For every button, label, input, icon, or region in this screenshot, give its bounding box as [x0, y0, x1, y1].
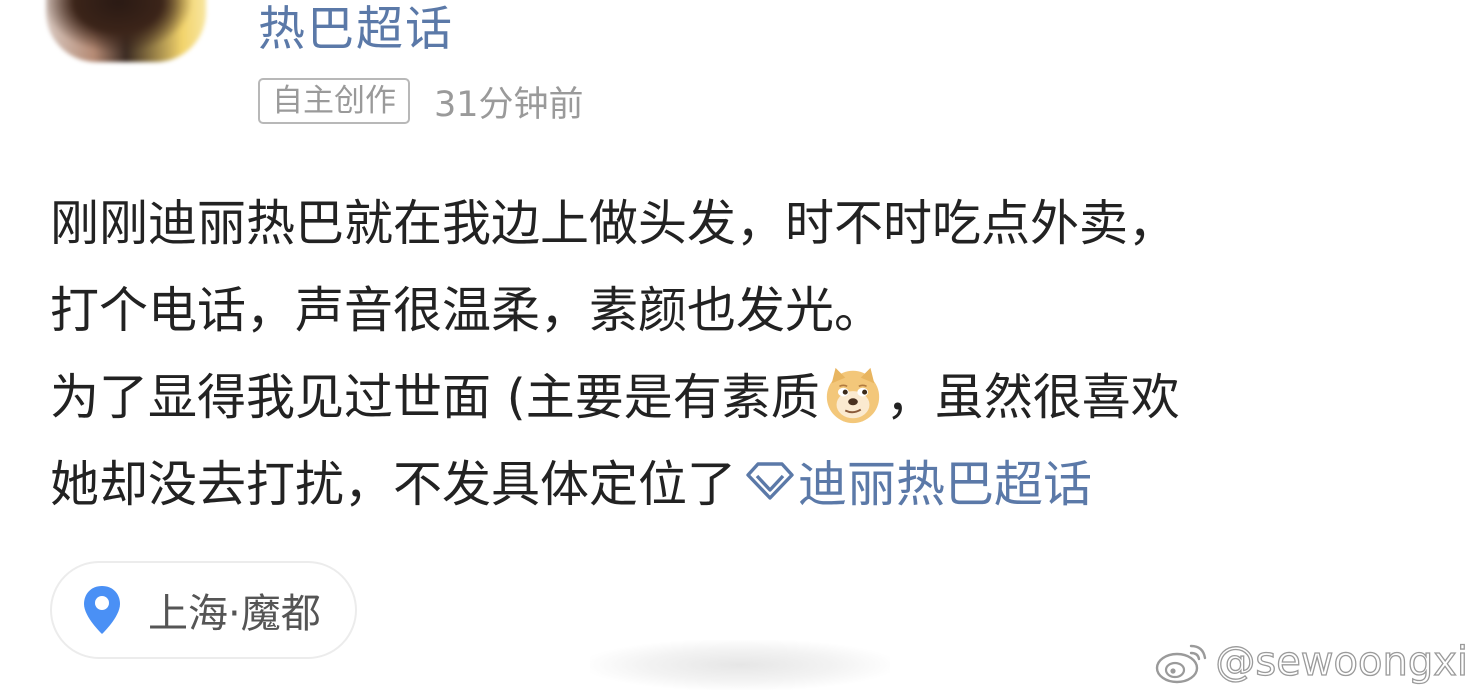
- topic-title[interactable]: 热巴超话: [258, 0, 454, 59]
- location-label: 上海·魔都: [148, 591, 321, 637]
- post-line-3: 为了显得我见过世面 (主要是有素质 ，虽然很喜欢: [50, 354, 1450, 441]
- doge-emoji-icon: [826, 367, 879, 424]
- post-body: 刚刚迪丽热巴就在我边上做头发，时不时吃点外卖， 打个电话，声音很温柔，素颜也发光…: [50, 180, 1450, 528]
- post-line-4: 她却没去打扰，不发具体定位了 迪丽热巴超话: [50, 441, 1450, 528]
- location-tag[interactable]: 上海·魔都: [50, 561, 357, 659]
- watermark: @sewoongxi: [1153, 636, 1469, 688]
- location-pin-icon: [84, 586, 120, 634]
- post-timestamp: 31分钟前: [434, 84, 584, 125]
- blurred-region: [590, 640, 890, 690]
- diamond-icon: [746, 462, 794, 500]
- original-content-tag: 自主创作: [258, 78, 410, 124]
- watermark-handle: @sewoongxi: [1215, 638, 1469, 685]
- post-meta: 自主创作 31分钟前: [258, 78, 584, 125]
- weibo-logo-icon: [1156, 644, 1207, 684]
- topic-link-label: 迪丽热巴超话: [798, 456, 1093, 513]
- post-line-3-start: 为了显得我见过世面 (主要是有素质: [50, 369, 820, 426]
- avatar[interactable]: [46, 0, 206, 62]
- post-line-1: 刚刚迪丽热巴就在我边上做头发，时不时吃点外卖，: [50, 195, 1178, 252]
- topic-link[interactable]: 迪丽热巴超话: [736, 456, 1092, 513]
- post-line-4-text: 她却没去打扰，不发具体定位了: [50, 456, 737, 513]
- post-line-2: 打个电话，声音很温柔，素颜也发光。: [50, 282, 884, 339]
- post-line-3-end: ，虽然很喜欢: [885, 369, 1180, 426]
